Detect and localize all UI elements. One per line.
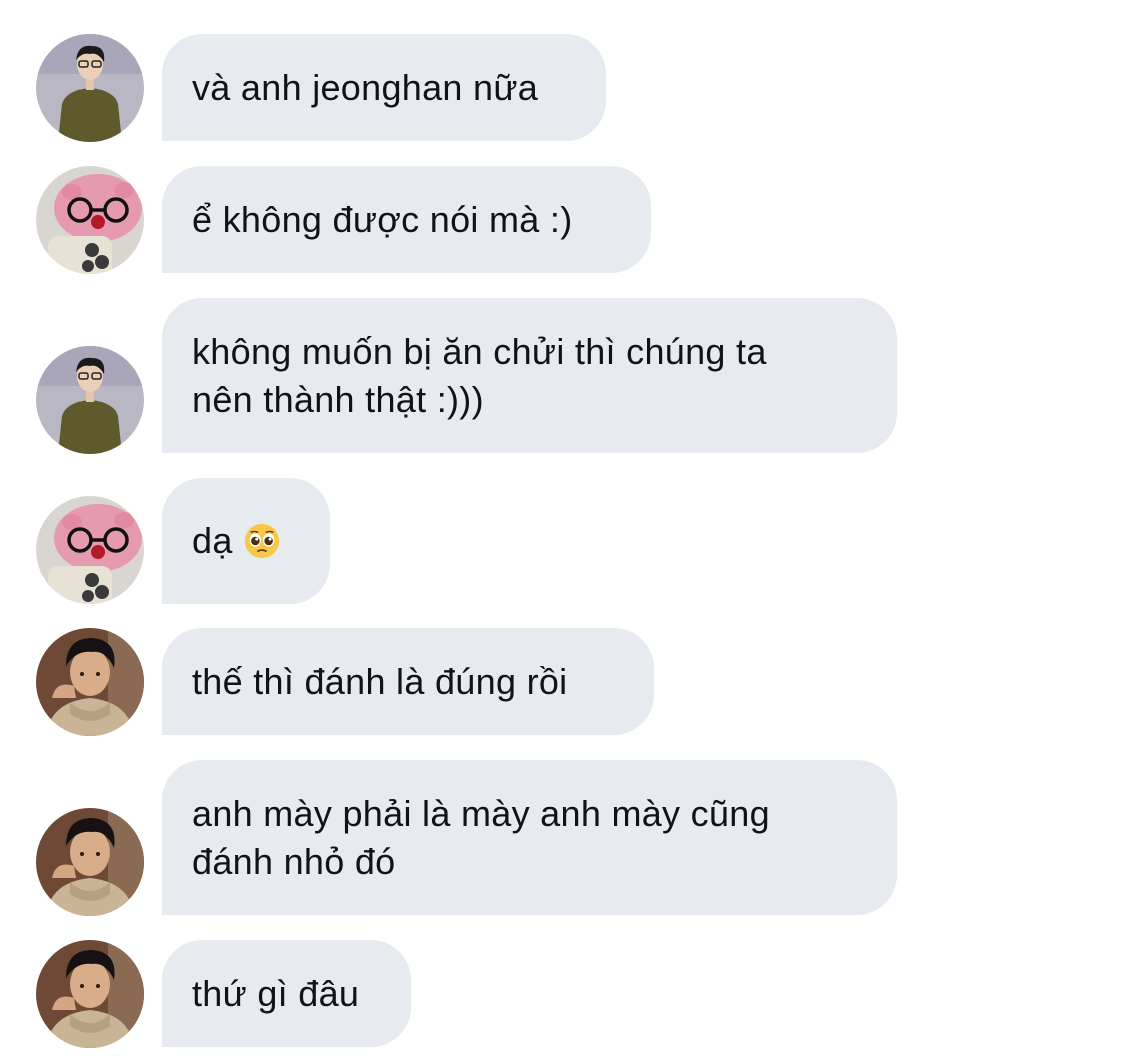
- message-bubble[interactable]: thứ gì đâu: [162, 940, 411, 1047]
- message-text: thứ gì đâu: [192, 972, 360, 1014]
- message-row: thứ gì đâu: [0, 0, 1125, 1056]
- avatar-man-hoodie[interactable]: [36, 940, 144, 1048]
